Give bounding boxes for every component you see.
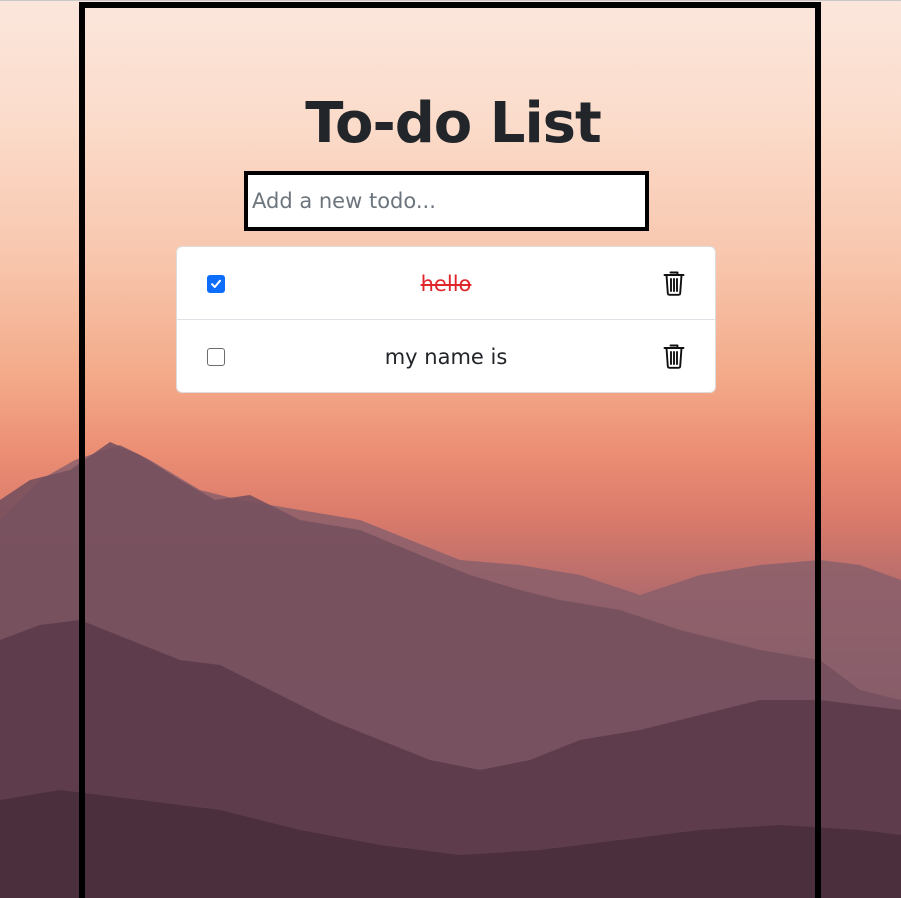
trash-icon[interactable] xyxy=(663,270,685,296)
page-title: To-do List xyxy=(305,91,602,156)
todo-item: my name is xyxy=(177,320,715,392)
new-todo-input[interactable] xyxy=(244,171,649,231)
checkmark-icon xyxy=(211,279,221,288)
todo-checkbox[interactable] xyxy=(207,348,225,366)
todo-list: hello my name is xyxy=(176,246,716,393)
page-background: To-do List hello my name is xyxy=(0,0,901,898)
todo-text: hello xyxy=(420,272,472,296)
trash-icon[interactable] xyxy=(663,343,685,369)
todo-checkbox[interactable] xyxy=(207,275,225,293)
todo-item: hello xyxy=(177,247,715,320)
todo-text: my name is xyxy=(384,345,508,369)
